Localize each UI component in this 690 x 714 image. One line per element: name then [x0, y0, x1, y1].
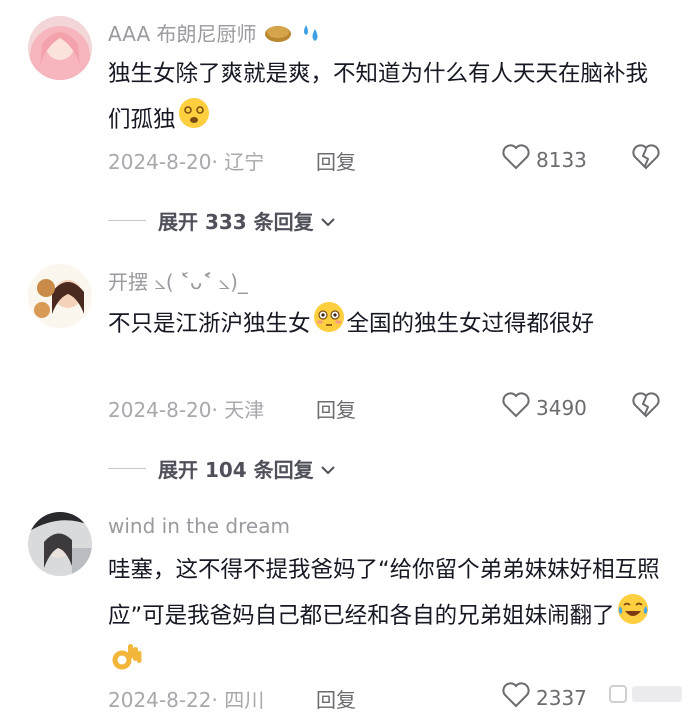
avatar[interactable] — [28, 512, 92, 576]
like-count: 2337 — [536, 685, 587, 710]
bread-emoji — [264, 22, 292, 49]
like-button[interactable]: 2337 — [502, 682, 587, 713]
divider-line — [108, 468, 146, 469]
like-button[interactable]: 3490 — [502, 392, 587, 423]
heart-icon — [502, 144, 530, 175]
ok-hand-emoji — [109, 641, 143, 690]
heart-icon — [502, 392, 530, 423]
like-button[interactable]: 8133 — [502, 144, 587, 175]
broken-heart-icon — [632, 392, 660, 422]
chevron-down-icon — [320, 209, 336, 233]
comment-date-location: 2024-8-20· 辽宁 — [108, 150, 265, 174]
reply-button[interactable]: 回复 — [316, 684, 356, 713]
like-count: 8133 — [536, 147, 587, 172]
heart-icon — [502, 682, 530, 713]
expand-replies-label: 展开 104 条回复 — [158, 458, 314, 482]
divider-line — [108, 220, 146, 221]
comment-username[interactable]: wind in the dream — [108, 514, 290, 538]
reply-button[interactable]: 回复 — [316, 394, 356, 423]
dislike-button[interactable] — [632, 392, 660, 422]
expand-replies-button[interactable]: 展开 104 条回复 — [108, 454, 336, 483]
expand-replies-label: 展开 333 条回复 — [158, 210, 314, 234]
sweat-drops-emoji — [300, 21, 324, 50]
dislike-button[interactable] — [632, 144, 660, 174]
comment-date-location: 2024-8-20· 天津 — [108, 398, 265, 422]
avatar[interactable] — [28, 16, 92, 80]
chevron-down-icon — [320, 457, 336, 481]
comment-username[interactable]: AAA 布朗尼厨师 — [108, 18, 325, 50]
flushed-face-emoji — [312, 300, 346, 349]
avatar[interactable] — [28, 264, 92, 328]
expand-replies-button[interactable]: 展开 333 条回复 — [108, 206, 336, 235]
tears-of-joy-emoji — [616, 592, 650, 641]
comment-text: 哇塞，这不得不提我爸妈了“给你留个弟弟妹妹好相互照应”可是我爸妈自己都已经和各自… — [108, 548, 668, 690]
comment-date-location: 2024-8-22· 四川 — [108, 688, 265, 712]
reply-button[interactable]: 回复 — [316, 146, 356, 175]
comment-text: 不只是江浙沪独生女 全国的独生女过得都很好 — [108, 300, 668, 349]
watermark — [608, 680, 686, 710]
comment-text: 独生女除了爽就是爽，不知道为什么有人天天在脑补我们孤独 — [108, 52, 668, 145]
dizzy-face-emoji — [177, 96, 211, 145]
comment-username[interactable]: 开摆 ⦣( ˂̀ᴗ˂́ ⦣)_ — [108, 266, 248, 295]
like-count: 3490 — [536, 395, 587, 420]
broken-heart-icon — [632, 144, 660, 174]
